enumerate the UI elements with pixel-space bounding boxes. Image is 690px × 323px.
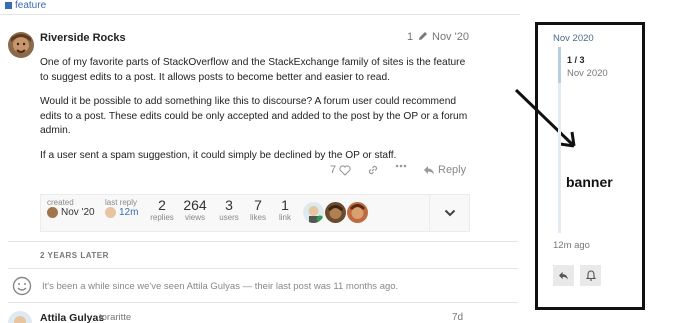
creator-avatar [47,207,58,218]
reply-button[interactable]: Reply [423,164,466,176]
stat-views: 264 views [180,197,210,223]
timeline-end-date[interactable]: 12m ago [553,240,590,251]
reply-author-handle[interactable]: toraritte [99,312,131,323]
stat-likes: 7 likes [246,197,270,223]
timeline-start-date[interactable]: Nov 2020 [553,33,594,44]
chevron-down-icon [444,209,455,217]
timeline-position-date: Nov 2020 [567,68,608,79]
post-paragraph: If a user sent a spam suggestion, it cou… [40,149,397,161]
small-action-notice: It's been a while since we've seen Attil… [42,281,399,292]
stat-number: 3 [225,197,233,213]
link-icon [368,165,378,175]
post-author-name[interactable]: Riverside Rocks [40,32,126,44]
timeline-position: 1 / 3 [567,55,585,65]
created-value: Nov '20 [61,207,95,218]
reply-label: Reply [438,164,467,176]
topic-timeline: Nov 2020 1 / 3 Nov 2020 banner 12m ago [535,22,645,310]
post-divider [8,241,518,242]
author-avatar[interactable] [8,32,34,58]
copy-link-button[interactable] [367,164,379,176]
pencil-icon [419,32,428,40]
category-label: feature [15,0,47,11]
gap-divider [8,268,518,269]
post-paragraph: Would it be possible to add something li… [40,96,468,136]
edit-count: 1 [407,31,414,43]
last-reply-info[interactable]: last reply 12m [105,198,138,218]
reply-author-avatar[interactable] [8,311,32,323]
edit-history[interactable]: 1 [407,31,428,43]
notice-divider [8,302,518,303]
like-count: 7 [330,164,337,176]
stat-label: link [278,213,291,222]
stat-number: 7 [254,197,262,213]
timeline-scroll-handle[interactable] [558,47,561,83]
stat-number: 1 [281,197,289,213]
reply-date[interactable]: 7d [452,312,463,323]
reply-author-name[interactable]: Attila Gulyas [40,312,104,323]
post-paragraph: One of my favorite parts of StackOverflo… [40,57,466,83]
stat-links: 1 link [275,197,295,223]
participant-avatar[interactable] [325,202,346,223]
stat-number: 264 [183,197,207,213]
like-button[interactable]: 7 [330,164,351,176]
expand-summary-button[interactable] [429,195,469,231]
stat-label: replies [150,213,174,222]
last-reply-value: 12m [119,207,139,218]
category-color-swatch [5,2,12,9]
post-date[interactable]: Nov '20 [432,31,469,43]
timeline-reply-button[interactable] [553,265,574,286]
header-divider [0,14,520,15]
stat-replies: 2 replies [149,197,175,223]
stat-label: likes [249,213,266,222]
banner-annotation: banner [566,174,613,190]
time-gap-label: 2 YEARS LATER [40,251,109,260]
category-badge[interactable]: feature [5,0,46,11]
more-actions-button[interactable] [395,164,407,168]
reply-arrow-icon [424,166,434,175]
topic-map: created Nov '20 last reply 12m 2 replies… [40,194,470,232]
post-content: One of my favorite parts of StackOverflo… [40,56,468,173]
last-reply-label: last reply [105,198,138,207]
stat-label: views [184,213,205,222]
timeline-notifications-button[interactable] [580,265,601,286]
created-label: created [47,198,74,207]
stat-label: users [219,213,239,222]
participant-avatar[interactable] [347,202,368,223]
stat-number: 2 [158,197,166,213]
reply-arrow-icon [559,271,568,280]
ellipsis-icon [395,164,407,168]
participant-avatar[interactable] [303,202,324,223]
created-info[interactable]: created Nov '20 [47,198,95,218]
created-row: Nov '20 [47,207,95,218]
smile-icon [12,276,32,296]
stat-users: 3 users [216,197,242,223]
last-reply-row: 12m [105,207,138,218]
last-replier-avatar [105,207,116,218]
bell-icon [585,270,596,281]
heart-icon [339,164,351,176]
